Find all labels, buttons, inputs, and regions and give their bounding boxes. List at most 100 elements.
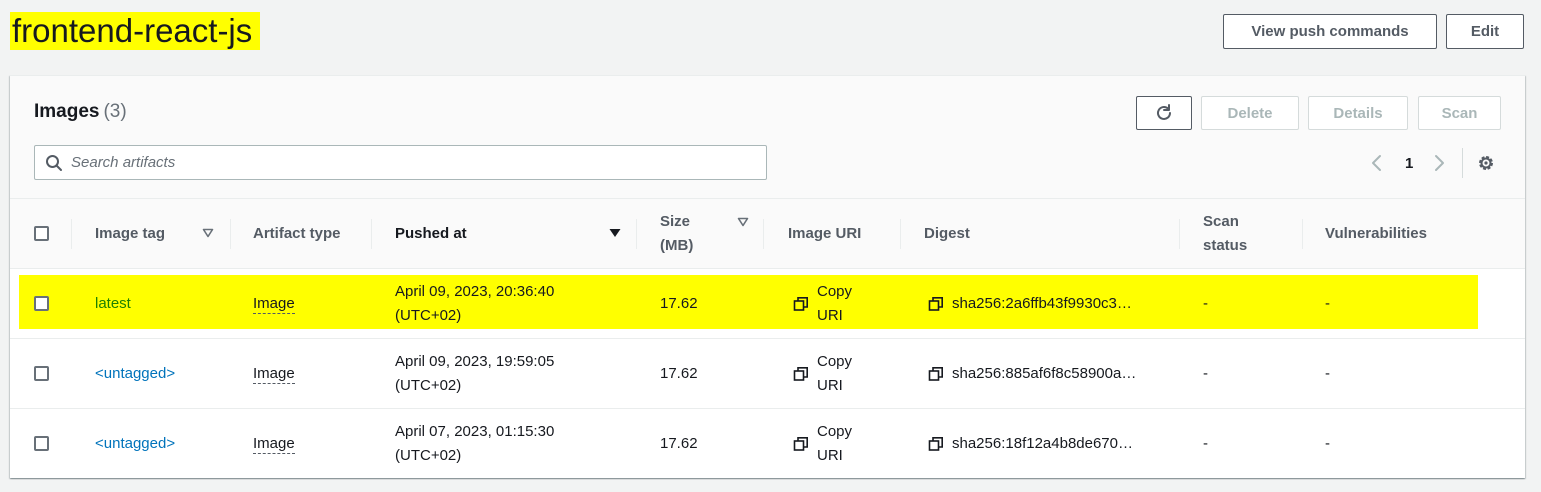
row-checkbox[interactable] [34,366,49,381]
artifact-type-text: Image [253,434,295,454]
pager-divider [1462,148,1463,178]
scan-status-value: - [1203,365,1208,382]
size-value: 17.62 [660,435,698,452]
images-panel: Images(3) Delete Details Scan 1 [10,75,1525,478]
page-number[interactable]: 1 [1405,151,1413,175]
scan-status-header-line1: Scan [1203,213,1239,230]
column-divider [71,219,72,249]
row-checkbox[interactable] [34,296,49,311]
images-panel-title: Images (3) [34,101,127,123]
column-header-artifact-type[interactable]: Artifact type [253,199,341,269]
copy-icon [928,297,943,311]
column-divider [636,219,637,249]
row-checkbox[interactable] [34,436,49,451]
copy-uri-label: Copy URI [817,350,852,398]
digest-value: sha256:18f12a4b8de670… [952,435,1133,452]
copy-icon [928,437,943,451]
column-header-pushed-at[interactable]: Pushed at [395,199,467,269]
select-all-checkbox[interactable] [34,226,49,241]
copy-icon [793,297,808,311]
column-header-scan-status[interactable]: Scan status [1203,199,1247,269]
column-header-digest[interactable]: Digest [924,199,970,269]
artifact-type-text: Image [253,364,295,384]
copy-uri-line2: URI [817,377,843,394]
pushed-at: April 07, 2023, 01:15:30 (UTC+02) [395,409,554,479]
column-divider [1302,219,1303,249]
copy-uri-line1: Copy [817,423,853,440]
copy-uri-line1: Copy [817,353,853,370]
scan-status-value: - [1203,295,1208,312]
previous-page-button[interactable] [1370,151,1384,175]
row-highlight [19,275,1478,329]
copy-digest-button[interactable]: sha256:18f12a4b8de670… [928,409,1133,479]
copy-icon [793,367,808,381]
view-push-commands-button[interactable]: View push commands [1223,14,1437,49]
table-row[interactable]: <untagged> Image April 09, 2023, 19:59:0… [10,339,1525,409]
image-tag-link[interactable]: <untagged> [95,339,175,409]
search-input[interactable] [71,154,711,171]
copy-uri-line2: URI [817,307,843,324]
column-header-size[interactable]: Size (MB) [660,199,693,269]
copy-uri-label: Copy URI [817,280,852,328]
size-header-line2: (MB) [660,237,694,254]
scan-status-header-line2: status [1203,237,1248,254]
scan-button[interactable]: Scan [1418,96,1501,130]
preferences-button[interactable] [1476,151,1496,175]
edit-button[interactable]: Edit [1446,14,1524,49]
copy-icon [793,437,808,451]
images-title-text: Images [34,101,100,122]
image-tag-link[interactable]: latest [95,269,131,339]
sort-icon[interactable] [202,228,214,238]
size-header-line1: Size [660,213,691,230]
column-header-image-uri[interactable]: Image URI [788,199,861,269]
search-icon [46,154,62,171]
pushed-date: April 09, 2023, 19:59:05 [395,353,555,370]
copy-uri-button[interactable]: Copy URI [793,409,852,479]
next-page-button[interactable] [1432,151,1446,175]
column-divider [371,219,372,249]
copy-uri-line1: Copy [817,283,853,300]
chevron-right-icon [1435,155,1444,171]
sort-icon[interactable] [737,217,749,227]
column-divider [900,219,901,249]
search-box [34,145,767,180]
artifact-type: Image [253,269,295,339]
refresh-button[interactable] [1136,96,1192,130]
image-tag-link[interactable]: <untagged> [95,409,175,479]
copy-uri-label: Copy URI [817,420,852,468]
scan-status-value: - [1203,435,1208,452]
chevron-left-icon [1372,155,1381,171]
column-header-vulnerabilities[interactable]: Vulnerabilities [1325,199,1427,269]
digest-value: sha256:885af6f8c58900a… [952,365,1137,382]
pushed-date: April 09, 2023, 20:36:40 [395,283,555,300]
details-button[interactable]: Details [1308,96,1408,130]
copy-uri-button[interactable]: Copy URI [793,339,852,409]
copy-uri-line2: URI [817,447,843,464]
column-divider [230,219,231,249]
images-panel-header: Images(3) Delete Details Scan 1 [10,76,1525,199]
pushed-date: April 07, 2023, 01:15:30 [395,423,555,440]
images-count: (3) [103,101,127,122]
pushed-timezone: (UTC+02) [395,447,462,464]
column-divider [1179,219,1180,249]
column-header-image-tag[interactable]: Image tag [95,199,165,269]
table-row[interactable]: <untagged> Image April 07, 2023, 01:15:3… [10,409,1525,479]
vulnerabilities-value: - [1325,435,1330,452]
copy-uri-button[interactable]: Copy URI [793,269,852,339]
pushed-at: April 09, 2023, 20:36:40 (UTC+02) [395,269,554,339]
size-value: 17.62 [660,365,698,382]
copy-digest-button[interactable]: sha256:2a6ffb43f9930c3… [928,269,1132,339]
vulnerabilities-value: - [1325,365,1330,382]
pushed-timezone: (UTC+02) [395,307,462,324]
copy-digest-button[interactable]: sha256:885af6f8c58900a… [928,339,1136,409]
column-divider [763,219,764,249]
delete-button[interactable]: Delete [1201,96,1299,130]
gear-icon [1479,156,1493,170]
table-row[interactable]: latest Image April 09, 2023, 20:36:40 (U… [10,269,1525,339]
copy-icon [928,367,943,381]
artifact-type: Image [253,409,295,479]
digest-value: sha256:2a6ffb43f9930c3… [952,295,1132,312]
table-header: Image tag Artifact type Pushed at Size (… [10,199,1525,269]
artifact-type: Image [253,339,295,409]
sort-down-icon[interactable] [609,228,621,238]
